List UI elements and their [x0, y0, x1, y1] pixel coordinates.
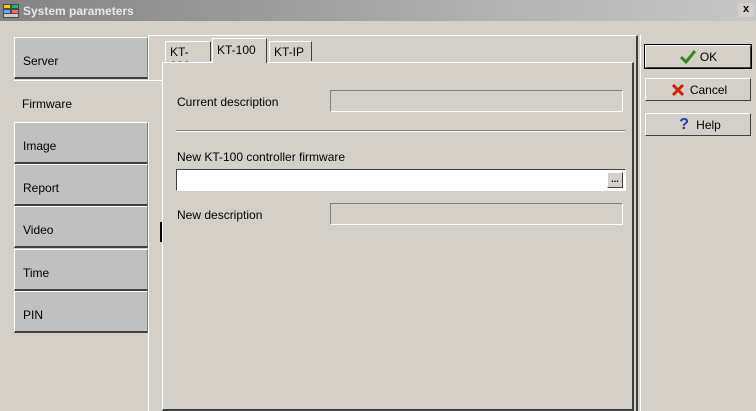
sidebar-item-time[interactable]: Time	[14, 249, 148, 291]
browse-button[interactable]: ...	[607, 172, 623, 188]
sidebar-item-label: Report	[23, 181, 60, 195]
question-icon: ?	[679, 115, 690, 133]
firmware-path-input[interactable]	[176, 169, 626, 191]
current-description-field	[330, 90, 623, 112]
close-icon: x	[742, 3, 750, 15]
sidebar-item-firmware[interactable]: Firmware	[14, 80, 162, 122]
sidebar-item-video[interactable]: Video	[14, 206, 148, 248]
focus-indicator	[160, 222, 162, 242]
window-title: System parameters	[23, 3, 134, 18]
sidebar-item-label: Server	[23, 54, 59, 68]
checkmark-icon	[679, 49, 697, 65]
help-button[interactable]: ? Help	[645, 113, 751, 136]
new-firmware-label: New KT-100 controller firmware	[177, 150, 346, 164]
sidebar-item-label: Video	[23, 223, 54, 237]
x-icon	[669, 82, 687, 98]
tab-kt-100[interactable]: KT-100	[212, 38, 267, 63]
tab-label: KT-100	[217, 43, 256, 57]
cancel-label: Cancel	[689, 82, 728, 97]
cancel-button[interactable]: Cancel	[645, 78, 751, 101]
sidebar-item-label: Image	[23, 139, 57, 153]
sidebar-item-label: Time	[23, 266, 50, 280]
ok-label: OK	[699, 49, 718, 64]
ok-button[interactable]: OK	[644, 44, 752, 69]
divider	[176, 130, 625, 132]
tab-kt-300[interactable]: KT-300	[165, 41, 211, 73]
current-description-label: Current description	[177, 95, 279, 109]
sidebar-item-server[interactable]: Server	[14, 37, 148, 79]
tab-label: KT-IP	[274, 45, 305, 59]
tab-panel	[162, 62, 634, 411]
new-description-field[interactable]	[330, 203, 623, 225]
sidebar-item-image[interactable]: Image	[14, 122, 148, 164]
new-description-label: New description	[177, 208, 263, 222]
sidebar-item-pin[interactable]: PIN	[14, 291, 148, 333]
sidebar-item-label: PIN	[23, 308, 44, 322]
ellipsis-icon: ...	[611, 174, 619, 184]
title-bar: System parameters x	[0, 0, 756, 21]
sidebar-item-label: Firmware	[22, 97, 72, 111]
app-icon	[2, 3, 20, 19]
close-button[interactable]: x	[738, 3, 754, 17]
help-label: Help	[696, 117, 721, 132]
sidebar-item-report[interactable]: Report	[14, 164, 148, 206]
tab-kt-ip[interactable]: KT-IP	[269, 41, 312, 61]
